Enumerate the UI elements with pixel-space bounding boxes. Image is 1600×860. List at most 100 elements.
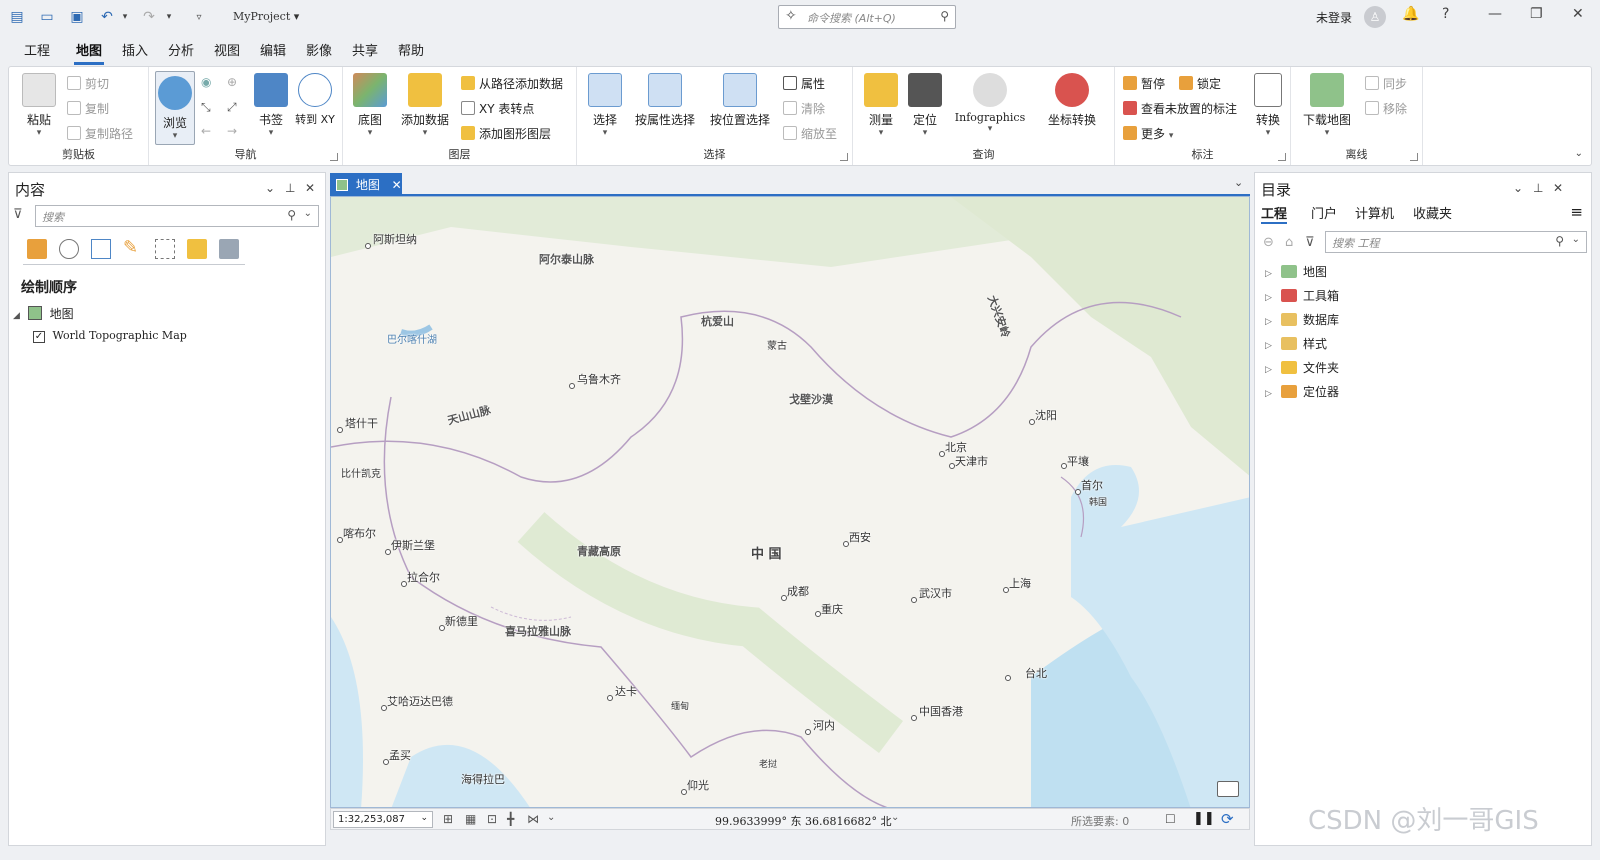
command-search-input[interactable]: ✧ 命令搜索 (Alt+Q) ⚲ (778, 5, 956, 29)
close-pane-icon[interactable]: ✕ (1553, 181, 1563, 195)
select-by-attributes-button[interactable]: 按属性选择 (633, 73, 697, 128)
open-project-icon[interactable]: ▭ (38, 8, 56, 26)
back-icon[interactable]: ← (201, 124, 211, 138)
save-icon[interactable]: ▣ (68, 8, 86, 26)
copy-button[interactable]: 复制 (67, 100, 109, 117)
tab-computer[interactable]: 计算机 (1355, 203, 1394, 222)
list-by-drawing-order-icon[interactable] (27, 239, 47, 259)
map-view[interactable]: 阿斯坦纳 阿尔泰山脉 杭爱山 蒙古 乌鲁木齐 戈壁沙漠 天山山脉 塔什干 比什凯… (330, 196, 1250, 808)
zoom-to-selection-button[interactable]: 缩放至 (783, 125, 837, 142)
list-by-perspective-icon[interactable] (219, 239, 239, 259)
catalog-item-toolboxes[interactable]: ▷ 工具箱 (1265, 287, 1339, 304)
view-unplaced-button[interactable]: 查看未放置的标注 (1123, 100, 1237, 117)
tab-map-view[interactable]: 地图 ✕ (330, 173, 402, 195)
selection-launcher-icon[interactable] (840, 153, 848, 161)
tab-map[interactable]: 地图 (73, 40, 105, 65)
hamburger-menu-icon[interactable]: ≡ (1570, 203, 1583, 221)
grid-icon[interactable]: ⊞ (443, 812, 453, 826)
filter-icon[interactable]: ⊽ (13, 207, 23, 222)
expand-triangle-icon[interactable]: ▷ (1265, 389, 1275, 399)
expand-triangle-icon[interactable]: ▷ (1265, 317, 1275, 327)
contents-search-input[interactable]: 搜索 ⚲ ⌄ (35, 205, 319, 227)
fixed-zoom-out-icon[interactable]: ⤢ (227, 100, 237, 115)
expand-triangle-icon[interactable]: ▷ (1265, 269, 1275, 279)
copy-path-button[interactable]: 复制路径 (67, 125, 133, 142)
tab-project[interactable]: 工程 (1261, 203, 1288, 224)
pin-icon[interactable]: ⊥ (285, 181, 295, 195)
redo-icon[interactable]: ↷ (140, 8, 158, 26)
catalog-item-folders[interactable]: ▷ 文件夹 (1265, 359, 1339, 376)
tab-share[interactable]: 共享 (352, 40, 378, 59)
tab-insert[interactable]: 插入 (122, 40, 148, 59)
filter-icon[interactable]: ⊽ (1305, 235, 1315, 250)
attributes-button[interactable]: 属性 (783, 75, 825, 92)
chevron-down-icon[interactable]: ⌄ (1572, 234, 1580, 245)
scale-selector[interactable]: 1:32,253,087 ⌄ (333, 811, 433, 828)
measure-button[interactable]: 测量 ▾ (861, 73, 901, 138)
paste-button[interactable]: 粘贴 ▾ (19, 73, 59, 138)
new-project-icon[interactable]: ▤ (8, 8, 26, 26)
layer-visibility-checkbox[interactable]: ✓ (33, 331, 45, 343)
project-name[interactable]: MyProject ▾ (233, 10, 299, 23)
help-icon[interactable]: ? (1442, 6, 1449, 22)
select-button[interactable]: 选择 ▾ (585, 73, 625, 138)
tab-edit[interactable]: 编辑 (260, 40, 286, 59)
restore-icon[interactable]: ❐ (1530, 6, 1543, 22)
refresh-filter-icon[interactable]: ☐ (1165, 812, 1176, 826)
sync-button[interactable]: 同步 (1365, 75, 1407, 92)
tab-project[interactable]: 工程 (24, 40, 50, 59)
table-icon[interactable]: ▦ (465, 812, 476, 826)
close-icon[interactable]: ✕ (1572, 6, 1584, 22)
select-by-location-button[interactable]: 按位置选择 (707, 73, 773, 128)
undo-dropdown-icon[interactable]: ▾ (116, 8, 134, 26)
forward-icon[interactable]: → (227, 124, 237, 138)
options-dropdown-icon[interactable]: ⌄ (1513, 181, 1523, 195)
locate-button[interactable]: 定位 ▾ (905, 73, 945, 138)
back-icon[interactable]: ⊖ (1263, 235, 1274, 250)
basemap-button[interactable]: 底图 ▾ (351, 73, 389, 138)
catalog-item-locators[interactable]: ▷ 定位器 (1265, 383, 1339, 400)
redo-dropdown-icon[interactable]: ▾ (160, 8, 178, 26)
zoom-layer-icon[interactable]: ⊕ (227, 75, 237, 89)
tab-favorites[interactable]: 收藏夹 (1413, 203, 1452, 222)
add-data-button[interactable]: 添加数据 ▾ (397, 73, 453, 138)
labeling-launcher-icon[interactable] (1278, 153, 1286, 161)
goto-xy-button[interactable]: 转到 XY (295, 73, 335, 127)
full-extent-icon[interactable]: ◉ (201, 75, 211, 89)
expand-triangle-icon[interactable]: ▷ (1265, 365, 1275, 375)
collapse-ribbon-icon[interactable]: ⌄ (1575, 148, 1583, 159)
map-tree-item[interactable]: ◢ 地图 (13, 305, 74, 322)
avatar[interactable]: ♙ (1364, 6, 1386, 28)
layer-tree-item[interactable]: ✓ World Topographic Map (33, 329, 187, 343)
refresh-icon[interactable]: ⟳ (1221, 810, 1234, 828)
download-map-button[interactable]: 下载地图 ▾ (1299, 73, 1355, 138)
explore-button[interactable]: 浏览 ▾ (155, 71, 195, 145)
tab-list-icon[interactable]: ⌄ (1234, 176, 1243, 189)
tab-analysis[interactable]: 分析 (168, 40, 194, 59)
pause-labels-button[interactable]: 暂停 (1123, 75, 1165, 92)
snapping-icon[interactable]: ⊡ (487, 812, 497, 826)
home-icon[interactable]: ⌂ (1285, 235, 1293, 250)
minimize-icon[interactable]: — (1488, 6, 1502, 22)
chevron-down-icon[interactable]: ⌄ (304, 208, 312, 219)
offline-launcher-icon[interactable] (1410, 153, 1418, 161)
list-by-labeling-icon[interactable] (187, 239, 207, 259)
catalog-item-maps[interactable]: ▷ 地图 (1265, 263, 1327, 280)
list-by-snapping-icon[interactable] (155, 239, 175, 259)
expand-triangle-icon[interactable]: ◢ (13, 311, 20, 321)
map-overlay-toggle-icon[interactable] (1217, 781, 1239, 797)
tab-help[interactable]: 帮助 (398, 40, 424, 59)
catalog-item-databases[interactable]: ▷ 数据库 (1265, 311, 1339, 328)
notification-bell-icon[interactable]: 🔔 (1402, 6, 1419, 22)
lock-labels-button[interactable]: 锁定 (1179, 75, 1221, 92)
list-by-selection-icon[interactable] (91, 239, 111, 259)
close-tab-icon[interactable]: ✕ (392, 178, 402, 192)
options-dropdown-icon[interactable]: ⌄ (265, 181, 275, 195)
catalog-search-input[interactable]: 搜索 工程 ⚲ ⌄ (1325, 231, 1587, 253)
infographics-button[interactable]: Infographics ▾ (949, 73, 1031, 134)
undo-icon[interactable]: ↶ (98, 8, 116, 26)
pin-icon[interactable]: ⊥ (1533, 181, 1543, 195)
add-graphics-layer-button[interactable]: 添加图形图层 (461, 125, 551, 142)
cut-button[interactable]: 剪切 (67, 75, 109, 92)
remove-button[interactable]: 移除 (1365, 100, 1407, 117)
